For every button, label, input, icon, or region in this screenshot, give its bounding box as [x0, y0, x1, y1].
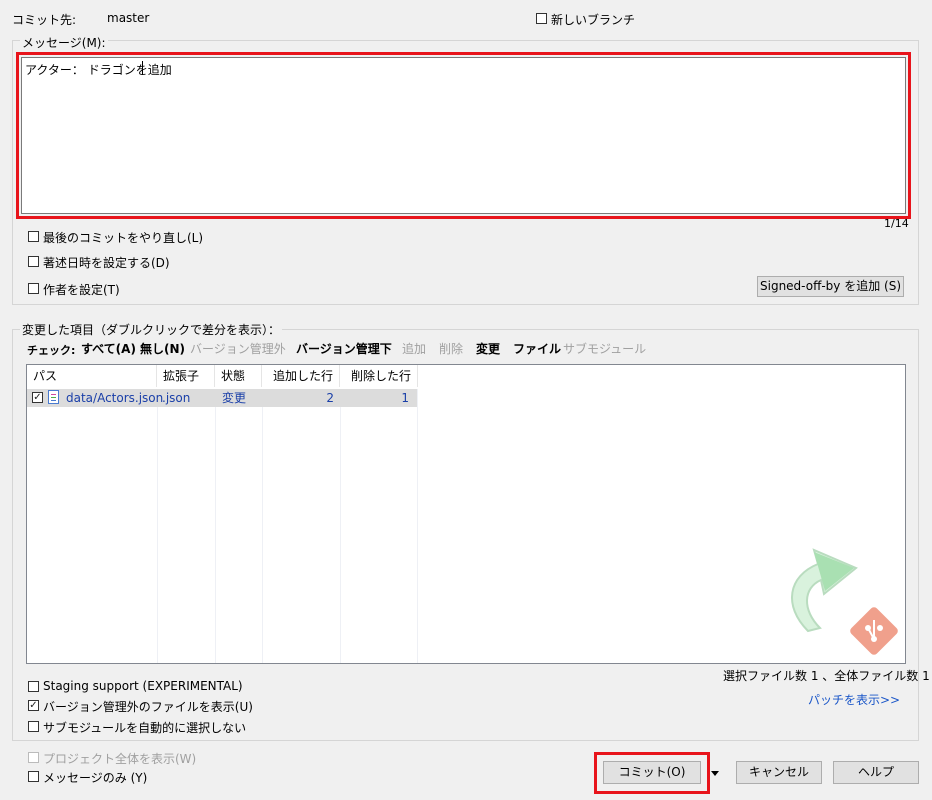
message-text: アクター： ドラゴンを追加	[25, 63, 172, 77]
filter-all[interactable]: すべて(A)	[81, 340, 136, 357]
column-header-deleted[interactable]: 削除した行	[340, 365, 418, 387]
column-header-ext[interactable]: 拡張子	[157, 365, 215, 387]
show-unversioned-label[interactable]: バージョン管理外のファイルを表示(U)	[43, 698, 253, 715]
message-counter: 1/14	[884, 217, 909, 230]
column-divider	[215, 389, 216, 663]
text-cursor	[142, 61, 143, 75]
amend-label[interactable]: 最後のコミットをやり直し(L)	[43, 229, 203, 246]
row-added: 2	[326, 391, 334, 405]
staging-label[interactable]: Staging support (EXPERIMENTAL)	[43, 679, 243, 693]
filter-none[interactable]: 無し(N)	[140, 340, 185, 357]
message-only-checkbox[interactable]	[28, 771, 39, 782]
set-date-checkbox[interactable]	[28, 256, 39, 267]
column-header-added[interactable]: 追加した行	[262, 365, 340, 387]
column-divider	[340, 389, 341, 663]
row-status: 変更	[222, 391, 247, 405]
branch-name: master	[107, 11, 150, 25]
file-count: 選択ファイル数 1 、全体ファイル数 1	[723, 669, 930, 683]
commit-to-label: コミット先:	[12, 13, 77, 27]
commit-button[interactable]: コミット(O)	[603, 761, 701, 784]
help-button[interactable]: ヘルプ	[833, 761, 919, 784]
changes-group-label: 変更した項目（ダブルクリックで差分を表示）：	[20, 321, 283, 338]
row-checkbox[interactable]: ✓	[32, 392, 43, 403]
signed-off-button[interactable]: Signed-off-by を追加 (S)	[757, 276, 904, 297]
set-author-checkbox[interactable]	[28, 283, 39, 294]
filter-submodules: サブモジュール	[563, 342, 647, 356]
row-ext: .json	[162, 391, 191, 405]
no-auto-submodule-checkbox[interactable]	[28, 721, 39, 732]
message-only-label[interactable]: メッセージのみ (Y)	[43, 769, 147, 786]
filter-added: 追加	[402, 342, 427, 356]
no-auto-submodule-label[interactable]: サブモジュールを自動的に選択しない	[43, 719, 246, 736]
column-divider	[157, 389, 158, 663]
staging-checkbox[interactable]	[28, 681, 39, 692]
filter-deleted: 削除	[439, 342, 464, 356]
check-label: チェック:	[27, 344, 76, 357]
message-textarea[interactable]: アクター： ドラゴンを追加	[21, 57, 906, 214]
column-header-status[interactable]: 状態	[215, 365, 262, 387]
show-unversioned-checkbox[interactable]: ✓	[28, 700, 39, 711]
set-author-label[interactable]: 作者を設定(T)	[43, 281, 120, 298]
file-list[interactable]	[26, 364, 906, 664]
cancel-button[interactable]: キャンセル	[736, 761, 822, 784]
commit-dropdown-icon[interactable]	[711, 771, 719, 776]
column-divider	[262, 389, 263, 663]
show-whole-project-checkbox	[28, 752, 39, 763]
row-path: data/Actors.json	[66, 391, 164, 405]
show-whole-project-label: プロジェクト全体を表示(W)	[43, 752, 197, 766]
show-patch-link[interactable]: パッチを表示>>	[808, 691, 900, 708]
tortoisegit-logo	[791, 548, 898, 655]
row-deleted: 1	[401, 391, 409, 405]
file-json-icon	[48, 390, 59, 404]
new-branch-checkbox[interactable]	[536, 13, 547, 24]
new-branch-label[interactable]: 新しいブランチ	[551, 11, 635, 28]
filter-modified[interactable]: 変更	[476, 340, 500, 357]
filter-files[interactable]: ファイル	[513, 340, 561, 357]
filter-versioned[interactable]: バージョン管理下	[296, 340, 392, 357]
message-group-label: メッセージ(M):	[20, 34, 108, 51]
amend-checkbox[interactable]	[28, 231, 39, 242]
column-divider	[417, 389, 418, 663]
filter-unversioned: バージョン管理外	[190, 342, 286, 356]
column-header-path[interactable]: パス	[27, 365, 157, 387]
set-date-label[interactable]: 著述日時を設定する(D)	[43, 254, 170, 271]
